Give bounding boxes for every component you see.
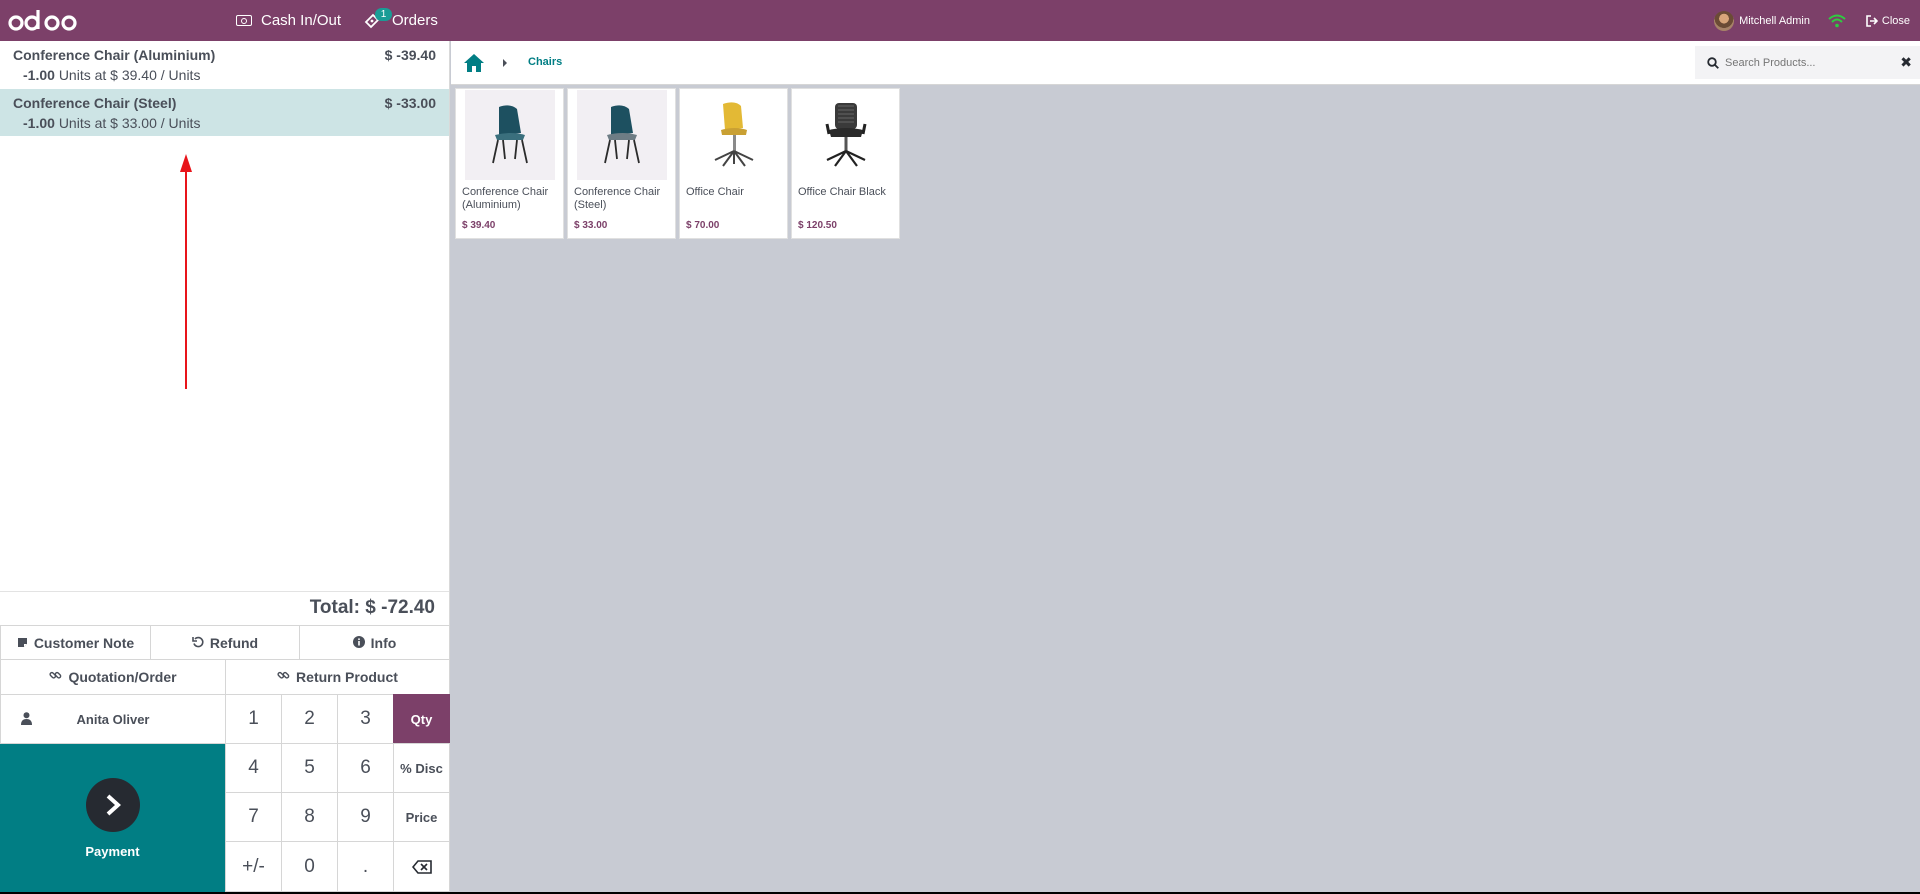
wifi-icon <box>1828 14 1846 27</box>
yellow-swivel-chair-icon <box>714 102 754 167</box>
black-office-chair-icon <box>825 103 867 167</box>
note-icon <box>17 635 28 651</box>
numpad-key-1[interactable]: 1 <box>225 694 282 744</box>
product-card[interactable]: Conference Chair (Aluminium) $ 39.40 <box>455 88 564 239</box>
money-icon <box>236 15 252 26</box>
link-icon <box>277 669 290 685</box>
undo-icon <box>192 635 204 651</box>
home-icon[interactable] <box>463 53 485 73</box>
user-menu[interactable]: Mitchell Admin <box>1714 0 1810 41</box>
connection-status[interactable] <box>1828 0 1846 41</box>
return-product-button[interactable]: Return Product <box>225 659 450 695</box>
product-image <box>465 90 555 180</box>
refund-button[interactable]: Refund <box>150 625 300 660</box>
breadcrumb-category[interactable]: Chairs <box>528 56 562 68</box>
search-input[interactable] <box>1725 56 1895 69</box>
order-line-price: $ -39.40 <box>384 47 436 63</box>
numpad-key-7[interactable]: 7 <box>225 792 282 842</box>
numpad-key-3[interactable]: 3 <box>337 694 394 744</box>
teal-chair-icon <box>492 105 528 164</box>
teal-chair-icon <box>604 105 640 164</box>
order-line-unit-info: Units at $ 39.40 / Units <box>58 67 201 83</box>
avatar <box>1714 10 1735 31</box>
order-line-name: Conference Chair (Steel) <box>13 95 177 111</box>
order-line-qty: -1.00 <box>23 115 55 131</box>
orders-label: Orders <box>392 12 438 29</box>
numpad-key-6[interactable]: 6 <box>337 743 394 793</box>
product-card[interactable]: Office Chair Black $ 120.50 <box>791 88 900 239</box>
numpad-key-5[interactable]: 5 <box>281 743 338 793</box>
order-line-detail: -1.00 Units at $ 39.40 / Units <box>13 67 436 83</box>
customer-note-button[interactable]: Customer Note <box>0 625 151 660</box>
product-name: Office Chair Black <box>798 186 886 198</box>
payment-button[interactable]: Payment <box>0 744 225 892</box>
product-price: $ 39.40 <box>462 220 496 231</box>
product-price: $ 70.00 <box>686 220 720 231</box>
order-line-name: Conference Chair (Aluminium) <box>13 47 216 63</box>
numpad-key-0[interactable]: 0 <box>281 841 338 892</box>
product-search: ✖ <box>1695 46 1920 79</box>
numpad-key-decimal[interactable]: . <box>337 841 394 892</box>
info-button[interactable]: Info <box>299 625 450 660</box>
close-label: Close <box>1881 14 1910 27</box>
order-total: Total: $ -72.40 <box>0 591 449 621</box>
cash-in-out-button[interactable]: Cash In/Out <box>236 0 341 41</box>
return-product-label: Return Product <box>296 669 398 685</box>
close-button[interactable]: Close <box>1866 0 1910 41</box>
order-line[interactable]: Conference Chair (Aluminium) $ -39.40 -1… <box>0 41 449 88</box>
product-image <box>689 90 779 180</box>
product-price: $ 33.00 <box>574 220 608 231</box>
numpad-key-2[interactable]: 2 <box>281 694 338 744</box>
order-line-price: $ -33.00 <box>384 95 436 111</box>
annotation-arrow <box>180 154 192 389</box>
numpad-key-8[interactable]: 8 <box>281 792 338 842</box>
qty-mode-button[interactable]: Qty <box>393 694 450 744</box>
orders-count-badge: 1 <box>375 8 392 21</box>
product-card[interactable]: Conference Chair (Steel) $ 33.00 <box>567 88 676 239</box>
product-name: Conference Chair (Steel) <box>574 186 661 211</box>
customer-note-label: Customer Note <box>33 634 135 651</box>
customer-name: Anita Oliver <box>76 711 150 727</box>
link-icon <box>49 669 62 685</box>
payment-label: Payment <box>85 843 140 859</box>
backspace-button[interactable] <box>393 841 450 892</box>
product-pane: Chairs ✖ Conference Chair (Aluminium) <box>451 41 1920 892</box>
order-line-detail: -1.00 Units at $ 33.00 / Units <box>13 115 436 131</box>
clear-search-icon[interactable]: ✖ <box>1900 54 1912 71</box>
orders-button[interactable]: Orders <box>364 0 438 41</box>
odoo-logo <box>8 10 77 31</box>
info-label: Info <box>370 634 397 651</box>
breadcrumb-caret-icon <box>503 59 507 67</box>
info-icon <box>352 635 365 651</box>
category-bar: Chairs ✖ <box>451 41 1920 85</box>
refund-label: Refund <box>209 634 259 651</box>
order-line-selected[interactable]: Conference Chair (Steel) $ -33.00 -1.00 … <box>0 89 449 136</box>
pos-app: Cash In/Out Orders 1 Mitchell Admin Clos… <box>0 0 1920 892</box>
cash-in-out-label: Cash In/Out <box>261 12 342 29</box>
product-price: $ 120.50 <box>798 220 837 231</box>
sign-out-icon <box>1866 14 1878 27</box>
user-icon <box>21 712 32 728</box>
search-icon <box>1707 56 1719 69</box>
numpad-key-plus-minus[interactable]: +/- <box>225 841 282 892</box>
price-mode-button[interactable]: Price <box>393 792 450 842</box>
numpad-key-9[interactable]: 9 <box>337 792 394 842</box>
product-name: Office Chair <box>686 186 744 198</box>
customer-button[interactable]: Anita Oliver <box>0 694 226 744</box>
chevron-right-icon <box>85 777 140 832</box>
user-name: Mitchell Admin <box>1739 14 1810 27</box>
order-line-qty: -1.00 <box>23 67 55 83</box>
quotation-order-button[interactable]: Quotation/Order <box>0 659 226 695</box>
quotation-order-label: Quotation/Order <box>68 669 177 685</box>
top-bar: Cash In/Out Orders 1 Mitchell Admin Clos… <box>0 0 1920 41</box>
product-card[interactable]: Office Chair $ 70.00 <box>679 88 788 239</box>
order-line-unit-info: Units at $ 33.00 / Units <box>58 115 201 131</box>
numpad-key-4[interactable]: 4 <box>225 743 282 793</box>
product-image <box>801 90 891 180</box>
backspace-icon <box>411 859 432 874</box>
product-name: Conference Chair (Aluminium) <box>462 186 549 211</box>
product-image <box>577 90 667 180</box>
discount-mode-button[interactable]: % Disc <box>393 743 450 793</box>
